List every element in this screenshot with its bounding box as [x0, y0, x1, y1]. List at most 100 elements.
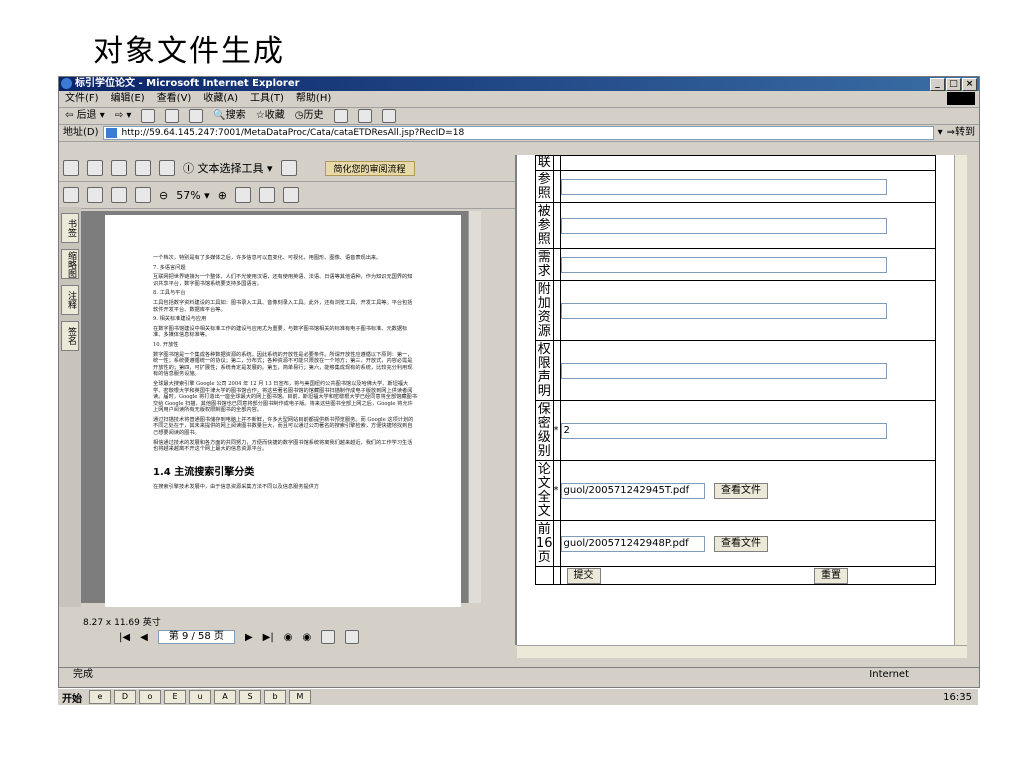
- ie-icon: [61, 78, 72, 89]
- page-paragraph: 通过扫描技术将普通图书储存到电脑上并不新鲜，许多大型网站目前都提供新书预览服务。…: [153, 416, 414, 437]
- field-label: 论文全文: [535, 460, 554, 521]
- first-page-icon[interactable]: |◀: [119, 632, 130, 643]
- menu-file[interactable]: 文件(F): [65, 91, 99, 107]
- single-page-icon[interactable]: [321, 630, 336, 644]
- history-button[interactable]: ◷历史: [295, 108, 324, 124]
- go-forward-icon[interactable]: ◉: [302, 632, 311, 643]
- taskbar-button[interactable]: u: [189, 690, 211, 704]
- form-horizontal-scrollbar[interactable]: [517, 645, 967, 658]
- menu-bar: 文件(F) 编辑(E) 查看(V) 收藏(A) 工具(T) 帮助(H): [59, 91, 979, 108]
- edit-icon[interactable]: [381, 109, 396, 123]
- review-banner[interactable]: 简化您的审阅流程: [324, 160, 415, 176]
- fulltext-file-input[interactable]: guol/200571242945T.pdf: [560, 482, 705, 499]
- security-zone: Internet: [869, 669, 909, 680]
- text-select-tool[interactable]: Ⓘ 文本选择工具 ▾: [183, 160, 273, 176]
- page-indicator[interactable]: 第 9 / 58 页: [157, 630, 235, 644]
- tab-comments[interactable]: 注释: [61, 285, 79, 315]
- search-button[interactable]: 🔍搜索: [213, 108, 245, 124]
- menu-view[interactable]: 查看(V): [157, 91, 192, 107]
- taskbar-button[interactable]: M: [289, 690, 311, 704]
- page-paragraph: 7. 多语言问题: [153, 264, 186, 271]
- zoom-out-icon[interactable]: ⊖: [159, 189, 168, 202]
- hand-tool-icon[interactable]: [159, 160, 175, 176]
- field-label: 联: [535, 155, 554, 171]
- close-button[interactable]: ×: [962, 78, 977, 91]
- menu-favorites[interactable]: 收藏(A): [203, 91, 238, 107]
- page-paragraph: 8. 工具与平台: [153, 290, 186, 297]
- refresh-icon[interactable]: [165, 109, 180, 123]
- form-row: 被参照: [535, 202, 936, 249]
- home-icon[interactable]: [189, 109, 204, 123]
- snapshot-icon[interactable]: [280, 160, 297, 176]
- form-row: 参照: [535, 170, 936, 203]
- page-paragraph: 工具包括数字资料建设的工具如：图书录入工具、音像刻录入工具。此外，还有浏览工具、…: [153, 299, 413, 313]
- continuous-icon[interactable]: [345, 630, 360, 644]
- first16-file-input[interactable]: guol/200571242948P.pdf: [560, 535, 705, 552]
- pdf-vertical-scrollbar[interactable]: [468, 211, 481, 603]
- page-paragraph: 数字图书馆是一个集成各种数据资源的系统，因此系统的开放性是必要条件。所谓开放性应…: [153, 351, 413, 378]
- taskbar-button[interactable]: o: [139, 690, 161, 704]
- favorites-button[interactable]: ☆收藏: [256, 108, 285, 124]
- find-icon[interactable]: [135, 160, 151, 176]
- menu-tools[interactable]: 工具(T): [250, 91, 284, 107]
- security-level-input[interactable]: 2: [560, 422, 887, 439]
- fit-page-icon[interactable]: [111, 187, 127, 203]
- page-paragraph: 全球最大搜索引擎 Google 公司 2004 年 12 月 13 日宣布，将与…: [153, 380, 417, 414]
- print-icon[interactable]: [87, 160, 103, 176]
- windows-logo-icon: [947, 92, 975, 105]
- tab-bookmarks[interactable]: 书签: [61, 213, 79, 243]
- taskbar-button[interactable]: D: [114, 690, 136, 704]
- form-row: 权限声明: [535, 340, 936, 401]
- go-back-icon[interactable]: ◉: [284, 632, 293, 643]
- field-label: 保密级别: [535, 400, 554, 461]
- view-first16-button[interactable]: 查看文件: [714, 535, 769, 552]
- document-view[interactable]: 一个档次，特别是有了多媒体之后，许多信息可以直变化、可视化，用图形、图像、语音表…: [81, 211, 481, 607]
- prev-page-icon[interactable]: ◀: [140, 632, 148, 643]
- taskbar-button[interactable]: S: [239, 690, 261, 704]
- email-icon[interactable]: [111, 160, 127, 176]
- requirement-input[interactable]: [560, 256, 887, 273]
- menu-edit[interactable]: 编辑(E): [111, 91, 145, 107]
- rotate-left-icon[interactable]: [234, 187, 251, 203]
- metadata-form: 联 参照 被参照 需求 附加资源 权限声明 保密级别 * 2 论文全文 * gu…: [517, 155, 967, 645]
- go-button[interactable]: ⇒转到: [943, 125, 979, 141]
- rights-statement-input[interactable]: [560, 362, 887, 379]
- zoom-in-icon[interactable]: ⊕: [218, 189, 227, 202]
- taskbar-button[interactable]: A: [214, 690, 236, 704]
- referenced-by-input[interactable]: [560, 217, 887, 234]
- additional-resource-input[interactable]: [560, 302, 887, 319]
- reference-input[interactable]: [560, 178, 887, 195]
- start-button[interactable]: 开始: [58, 690, 86, 705]
- form-row: 附加资源: [535, 280, 936, 341]
- rotate-right-icon[interactable]: [258, 187, 275, 203]
- reset-button[interactable]: 重置: [814, 567, 849, 584]
- stop-icon[interactable]: [141, 109, 156, 123]
- tab-signatures[interactable]: 签名: [61, 321, 79, 351]
- status-text: 完成: [73, 669, 93, 680]
- minimize-button[interactable]: _: [930, 78, 945, 91]
- page-paragraph: 10. 开放性: [153, 341, 179, 348]
- form-vertical-scrollbar[interactable]: [954, 155, 967, 645]
- page-paragraph: 在搜索引擎技术发展中，由于信息资源采集方法不同以及信息服务提供方: [153, 483, 320, 490]
- next-page-icon[interactable]: ▶: [245, 632, 253, 643]
- copy-icon[interactable]: [282, 187, 299, 203]
- maximize-button[interactable]: □: [946, 78, 961, 91]
- last-page-icon[interactable]: ▶|: [263, 632, 274, 643]
- actual-size-icon[interactable]: [87, 187, 103, 203]
- view-fulltext-button[interactable]: 查看文件: [714, 482, 769, 499]
- submit-button[interactable]: 提交: [566, 567, 601, 584]
- taskbar-button[interactable]: b: [264, 690, 286, 704]
- taskbar-button[interactable]: e: [89, 690, 111, 704]
- back-button[interactable]: ⇦ 后退 ▾: [65, 108, 105, 124]
- zoom-level[interactable]: 57% ▾: [176, 189, 209, 202]
- print-icon[interactable]: [357, 109, 372, 123]
- mail-icon[interactable]: [333, 109, 348, 123]
- taskbar-button[interactable]: E: [164, 690, 186, 704]
- save-icon[interactable]: [63, 160, 79, 176]
- zoom-tool-icon[interactable]: [63, 187, 79, 203]
- fit-width-icon[interactable]: [135, 187, 151, 203]
- forward-button[interactable]: ⇨ ▾: [115, 108, 132, 124]
- menu-help[interactable]: 帮助(H): [296, 91, 331, 107]
- address-input[interactable]: http://59.64.145.247:7001/MetaDataProc/C…: [102, 126, 934, 140]
- tab-thumbnails[interactable]: 缩略图: [61, 249, 79, 279]
